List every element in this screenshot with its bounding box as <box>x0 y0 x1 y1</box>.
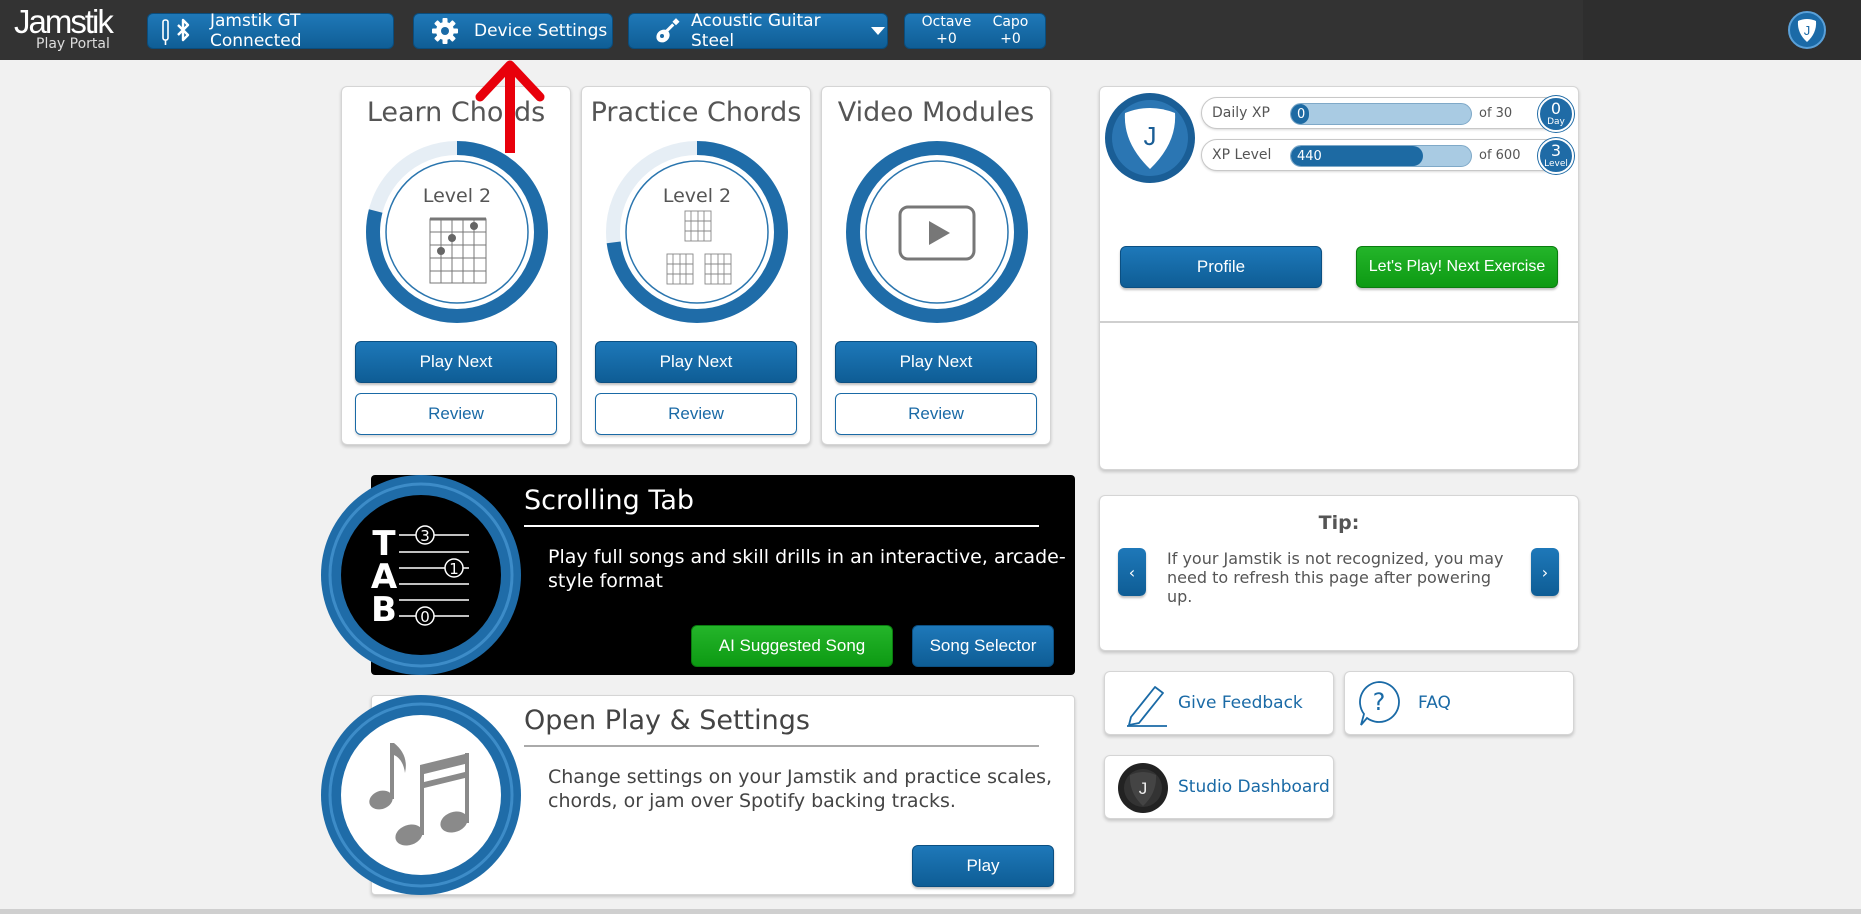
octave-readout[interactable]: Octave +0 <box>922 14 972 48</box>
song-selector-button[interactable]: Song Selector <box>912 625 1054 667</box>
gear-icon <box>432 18 458 44</box>
tip-heading: Tip: <box>1318 512 1360 534</box>
bottom-scroll-edge <box>0 909 1861 914</box>
give-feedback-link[interactable]: Give Feedback <box>1104 671 1334 735</box>
scrolling-tab-banner: T A B 3 1 0 Scrolling Tab Play full song… <box>321 475 1075 675</box>
scrolling-tab-title: Scrolling Tab <box>524 485 695 516</box>
review-button[interactable]: Review <box>595 393 797 435</box>
daily-xp-max: of 30 <box>1479 106 1513 121</box>
day-count: 0 <box>1550 99 1562 118</box>
open-play-title: Open Play & Settings <box>524 705 810 736</box>
xp-level-max: of 600 <box>1479 148 1521 163</box>
title-divider <box>524 745 1039 747</box>
open-play-banner: Open Play & Settings Change settings on … <box>321 695 1075 895</box>
jamstik-logo[interactable]: Jamstik Play Portal <box>14 3 134 54</box>
xp-level-label: XP Level <box>1212 147 1272 163</box>
profile-button[interactable]: Profile <box>1120 246 1322 288</box>
daily-xp-label: Daily XP <box>1212 105 1270 121</box>
profile-divider <box>1100 321 1578 323</box>
annotation-arrow-icon <box>475 60 545 153</box>
play-next-button[interactable]: Play Next <box>355 341 557 383</box>
open-play-button[interactable]: Play <box>912 845 1054 887</box>
play-next-button[interactable]: Play Next <box>835 341 1037 383</box>
next-exercise-button[interactable]: Let's Play! Next Exercise <box>1356 246 1558 288</box>
user-initial: J <box>1804 23 1811 38</box>
logo-subtitle: Play Portal <box>36 36 110 52</box>
title-divider <box>524 525 1039 527</box>
level-label: Level 2 <box>423 185 491 207</box>
level-count: 3 <box>1550 141 1562 160</box>
studio-initial: J <box>1139 779 1148 798</box>
chevron-down-icon <box>871 27 885 35</box>
tip-next-button[interactable]: › <box>1531 548 1559 596</box>
card-title: Practice Chords <box>590 97 802 128</box>
day-badge: 0 Day <box>1538 96 1574 132</box>
profile-card: J Daily XP 0 of 30 0 Day XP Level 440 of… <box>1099 86 1579 470</box>
daily-xp-value: 0 <box>1297 107 1306 122</box>
daily-xp-track: 0 <box>1290 103 1472 125</box>
pencil-icon <box>1127 686 1167 727</box>
connection-status-button[interactable]: Jamstik GT Connected <box>147 11 394 51</box>
xp-level-bar: XP Level 440 of 600 3 Level <box>1201 138 1574 174</box>
ai-suggested-song-button[interactable]: AI Suggested Song <box>691 625 893 667</box>
day-unit: Day <box>1547 117 1565 127</box>
logo-text: Jamstik <box>14 3 114 40</box>
faq-link[interactable]: ? FAQ <box>1344 671 1574 735</box>
level-badge: 3 Level <box>1538 138 1574 174</box>
level-label: Level 2 <box>663 185 731 207</box>
faq-label: FAQ <box>1418 693 1451 713</box>
tab-icon: T A B 3 1 0 <box>321 475 521 675</box>
capo-label: Capo <box>992 14 1029 30</box>
avatar-initial: J <box>1144 121 1157 151</box>
studio-dashboard-label: Studio Dashboard <box>1178 777 1330 797</box>
tab-fret-number: 0 <box>420 608 430 626</box>
video-modules-card: Video Modules Play Next Review <box>821 86 1051 445</box>
svg-text:?: ? <box>1373 688 1386 716</box>
top-bar: Jamstik Play Portal Jamstik GT Connected <box>0 0 1861 60</box>
practice-chords-card: Practice Chords Level 2 Play Next Review <box>581 86 811 445</box>
capo-value: +0 <box>1000 31 1021 47</box>
user-menu-avatar[interactable]: J <box>1788 11 1826 49</box>
question-mark-icon: ? <box>1359 681 1400 726</box>
device-settings-button[interactable]: Device Settings <box>413 13 613 49</box>
octave-capo-control[interactable]: Octave +0 Capo +0 <box>904 13 1046 49</box>
connection-status-label: Jamstik GT Connected <box>210 11 302 51</box>
play-next-button[interactable]: Play Next <box>595 341 797 383</box>
give-feedback-label: Give Feedback <box>1178 693 1303 713</box>
progress-ring: Level 2 <box>606 141 788 323</box>
tip-card: Tip: If your Jamstik is not recognized, … <box>1099 495 1579 651</box>
video-ring <box>846 141 1028 323</box>
daily-xp-bar: Daily XP 0 of 30 0 Day <box>1201 96 1574 132</box>
review-button[interactable]: Review <box>355 393 557 435</box>
music-notes-icon <box>321 695 521 895</box>
instrument-label: Acoustic Guitar Steel <box>691 11 821 51</box>
tab-fret-number: 1 <box>449 560 459 578</box>
device-settings-label: Device Settings <box>474 21 608 41</box>
xp-level-track: 440 <box>1290 145 1472 167</box>
tip-text: If your Jamstik is not recognized, you m… <box>1167 549 1504 606</box>
studio-avatar-icon: J <box>1118 763 1168 813</box>
tab-letter-b: B <box>371 590 397 630</box>
xp-level-value: 440 <box>1297 149 1322 164</box>
bluetooth-guitar-icon <box>162 18 190 45</box>
level-unit: Level <box>1544 159 1568 169</box>
open-play-description: Change settings on your Jamstik and prac… <box>548 766 1053 812</box>
capo-readout[interactable]: Capo +0 <box>993 14 1029 48</box>
instrument-select[interactable]: Acoustic Guitar Steel <box>628 11 888 51</box>
card-title: Video Modules <box>837 97 1035 128</box>
review-button[interactable]: Review <box>835 393 1037 435</box>
guitar-icon <box>656 18 680 43</box>
tab-fret-number: 3 <box>420 527 430 545</box>
octave-label: Octave <box>921 14 972 30</box>
studio-dashboard-link[interactable]: J Studio Dashboard <box>1104 755 1334 819</box>
profile-avatar: J <box>1105 93 1195 183</box>
guitar-pick-icon: J <box>1797 19 1817 42</box>
scrolling-tab-description: Play full songs and skill drills in an i… <box>548 546 1066 592</box>
progress-ring: Level 2 <box>366 141 548 323</box>
octave-value: +0 <box>936 31 957 47</box>
tip-previous-button[interactable]: ‹ <box>1118 548 1146 596</box>
